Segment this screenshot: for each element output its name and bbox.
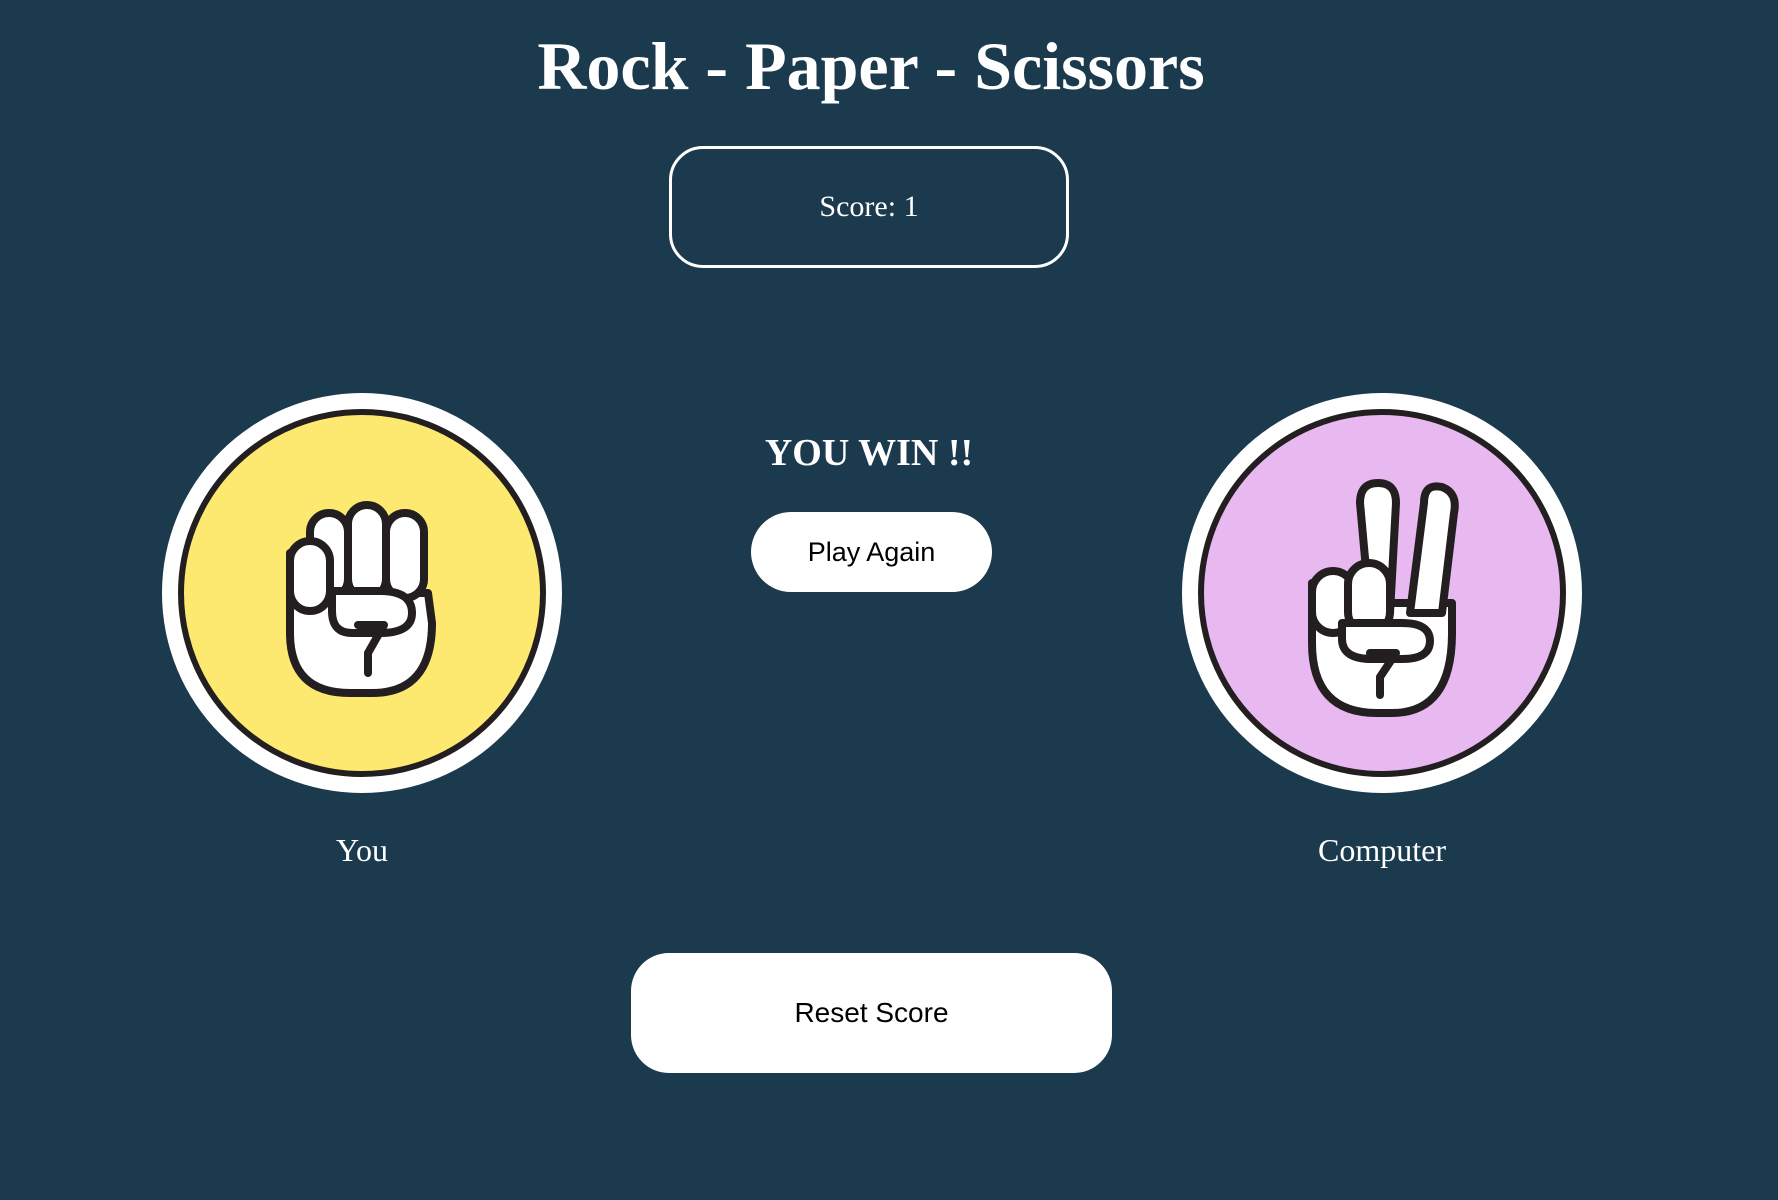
scissors-peace-hand-icon <box>1308 479 1459 717</box>
rock-fist-icon <box>286 501 436 697</box>
computer-choice <box>1182 393 1582 793</box>
score-text: Score: 1 <box>819 190 919 223</box>
reset-score-button[interactable]: Reset Score <box>631 953 1112 1073</box>
computer-label: Computer <box>1318 832 1446 868</box>
player-choice-circle <box>178 409 546 777</box>
player-choice <box>162 393 562 793</box>
result-message: YOU WIN !! <box>764 432 974 474</box>
play-again-button[interactable]: Play Again <box>751 512 992 592</box>
score-box: Score: 1 <box>669 146 1069 268</box>
computer-choice-circle <box>1198 409 1566 777</box>
game-page: Rock - Paper - Scissors Score: 1 You YOU… <box>0 0 1778 1200</box>
page-title: Rock - Paper - Scissors <box>537 28 1205 104</box>
player-label: You <box>336 832 388 868</box>
